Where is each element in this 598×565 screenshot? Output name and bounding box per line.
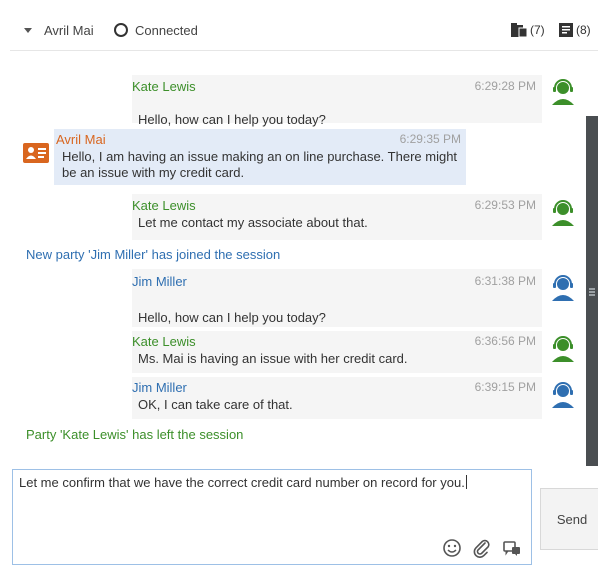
message-text: Hello, how can I help you today? <box>138 112 326 127</box>
folder-stack-icon <box>511 23 528 38</box>
case-data-count: (7) <box>530 23 545 37</box>
message-sender: Jim Miller <box>132 380 187 395</box>
connection-status: Connected <box>114 10 198 50</box>
system-message-joined: New party 'Jim Miller' has joined the se… <box>26 247 281 262</box>
scrollbar-grip-icon <box>589 288 595 290</box>
message-time: 6:31:38 PM <box>474 274 536 288</box>
message-time: 6:29:53 PM <box>474 198 536 212</box>
contact-name: Avril Mai <box>44 22 94 38</box>
status-label: Connected <box>135 22 198 38</box>
message-item: Avril Mai 6:29:35 PM Hello, I am having … <box>10 129 598 187</box>
message-text: Let me contact my associate about that. <box>138 215 368 230</box>
system-message-left: Party 'Kate Lewis' has left the session <box>26 427 244 442</box>
standard-response-icon[interactable] <box>502 538 522 558</box>
message-text: OK, I can take care of that. <box>138 397 293 412</box>
notes-button[interactable]: (8) <box>558 10 591 50</box>
chat-header: Avril Mai Connected (7) (8) <box>10 10 598 51</box>
composer-text: Let me confirm that we have the correct … <box>19 475 467 490</box>
message-time: 6:39:15 PM <box>474 380 536 394</box>
connected-status-icon <box>114 23 128 37</box>
message-item: Kate Lewis 6:29:28 PM Hello, how can I h… <box>10 51 598 127</box>
transcript-scrollbar[interactable] <box>586 116 598 466</box>
message-time: 6:36:56 PM <box>474 334 536 348</box>
agent-avatar-icon <box>552 200 574 226</box>
notes-count: (8) <box>576 23 591 37</box>
chat-window: Avril Mai Connected (7) (8) Kate Lewis 6… <box>10 10 598 565</box>
message-item: Kate Lewis 6:36:56 PM Ms. Mai is having … <box>10 331 598 373</box>
caret-down-icon <box>24 27 32 33</box>
agent-avatar-icon <box>552 79 574 105</box>
agent-avatar-icon <box>552 275 574 301</box>
message-time: 6:29:35 PM <box>399 132 461 146</box>
chat-transcript: Kate Lewis 6:29:28 PM Hello, how can I h… <box>10 51 598 471</box>
message-item: Jim Miller 6:31:38 PM Hello, how can I h… <box>10 269 598 327</box>
customer-card-icon <box>23 143 49 163</box>
message-sender: Kate Lewis <box>132 334 196 349</box>
note-icon <box>559 23 573 37</box>
message-sender: Kate Lewis <box>132 79 196 94</box>
message-text: Hello, I am having an issue making an on… <box>62 149 458 180</box>
message-sender: Kate Lewis <box>132 198 196 213</box>
agent-avatar-icon <box>552 382 574 408</box>
case-data-button[interactable]: (7) <box>510 10 545 50</box>
message-sender: Avril Mai <box>56 132 106 147</box>
emoji-icon[interactable] <box>442 538 462 558</box>
send-button[interactable]: Send <box>540 488 598 550</box>
message-text: Hello, how can I help you today? <box>138 310 326 325</box>
message-sender: Jim Miller <box>132 274 187 289</box>
message-text: Ms. Mai is having an issue with her cred… <box>138 351 408 366</box>
message-item: Jim Miller 6:39:15 PM OK, I can take car… <box>10 377 598 419</box>
collapse-toggle[interactable] <box>24 10 32 50</box>
message-time: 6:29:28 PM <box>474 79 536 93</box>
message-item: Kate Lewis 6:29:53 PM Let me contact my … <box>10 194 598 242</box>
agent-avatar-icon <box>552 336 574 362</box>
attachment-icon[interactable] <box>472 538 492 558</box>
